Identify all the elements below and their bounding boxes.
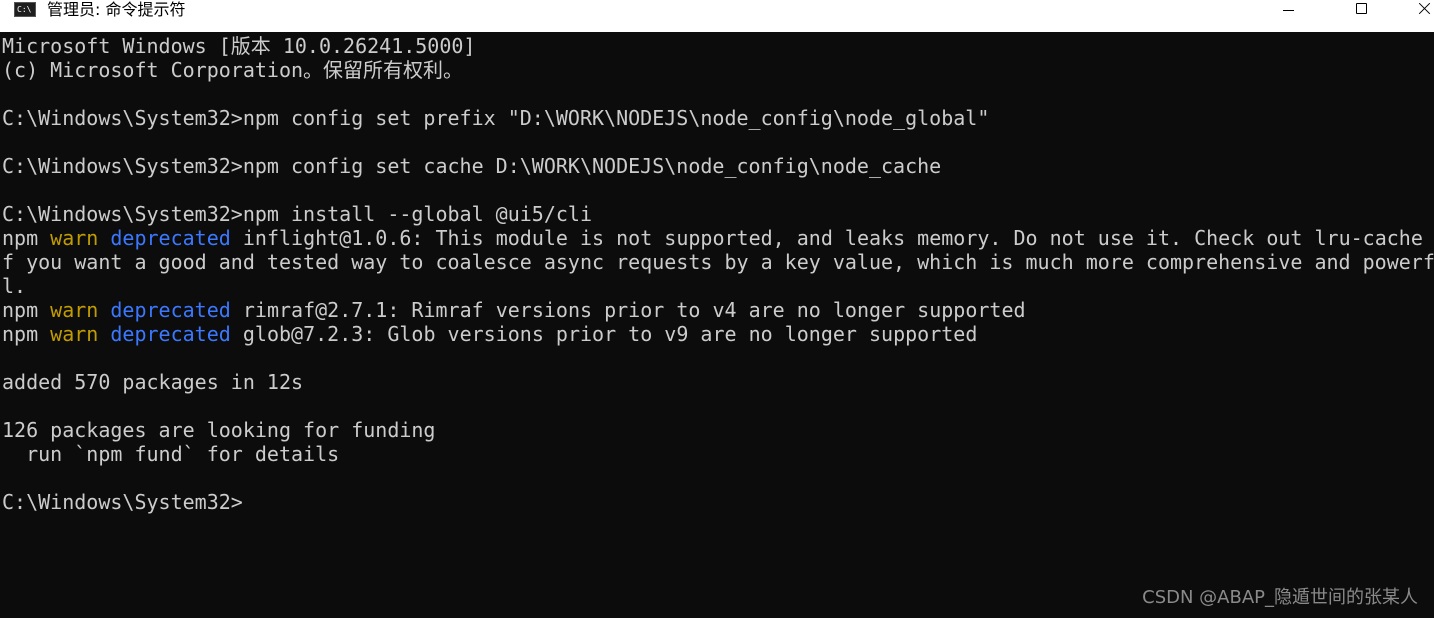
warn-label: warn [50, 226, 99, 250]
npm-label: npm [2, 322, 39, 346]
deprecated-label: deprecated [110, 298, 231, 322]
csdn-watermark: CSDN @ABAP_隐遁世间的张某人 [1142, 587, 1418, 608]
console-line-warning-continued: f you want a good and tested way to coal… [2, 250, 1434, 274]
warning-message: inflight@1.0.6: This module is not suppo… [242, 226, 1434, 250]
console-line-command: C:\Windows\System32>npm config set prefi… [2, 106, 990, 130]
npm-label: npm [2, 298, 39, 322]
console-line-command: C:\Windows\System32>npm install --global… [2, 202, 593, 226]
console-line-warning: npm warn deprecated glob@7.2.3: Glob ver… [2, 322, 1434, 346]
deprecated-label: deprecated [110, 226, 231, 250]
console-line-warning: npm warn deprecated rimraf@2.7.1: Rimraf… [2, 298, 1434, 322]
console-prompt[interactable]: C:\Windows\System32> [2, 490, 1434, 514]
cmd-app-icon: C:\ [14, 2, 36, 17]
warn-label: warn [50, 298, 99, 322]
console-line-warning: npm warn deprecated inflight@1.0.6: This… [2, 226, 1434, 250]
title-bar[interactable]: C:\ 管理员: 命令提示符 [0, 0, 1434, 32]
console-line-funding: 126 packages are looking for funding [2, 418, 436, 442]
minimize-button[interactable] [1266, 0, 1312, 22]
console-line-result: added 570 packages in 12s [2, 370, 304, 394]
deprecated-label: deprecated [110, 322, 231, 346]
window-title: 管理员: 命令提示符 [47, 0, 186, 19]
npm-label: npm [2, 226, 39, 250]
warning-message: rimraf@2.7.1: Rimraf versions prior to v… [242, 298, 1026, 322]
console-line-funding-hint: run `npm fund` for details [2, 442, 340, 466]
maximize-button[interactable] [1340, 0, 1386, 22]
console-line-command: C:\Windows\System32>npm config set cache… [2, 154, 942, 178]
console-line-warning-continued: l. [2, 274, 27, 298]
console-line-version: Microsoft Windows [版本 10.0.26241.5000] [2, 34, 476, 58]
console-line-copyright: (c) Microsoft Corporation。保留所有权利。 [2, 58, 464, 82]
close-button[interactable] [1412, 0, 1434, 22]
warning-message: glob@7.2.3: Glob versions prior to v9 ar… [242, 322, 978, 346]
warn-label: warn [50, 322, 99, 346]
console-output[interactable]: Microsoft Windows [版本 10.0.26241.5000] (… [0, 32, 1434, 618]
